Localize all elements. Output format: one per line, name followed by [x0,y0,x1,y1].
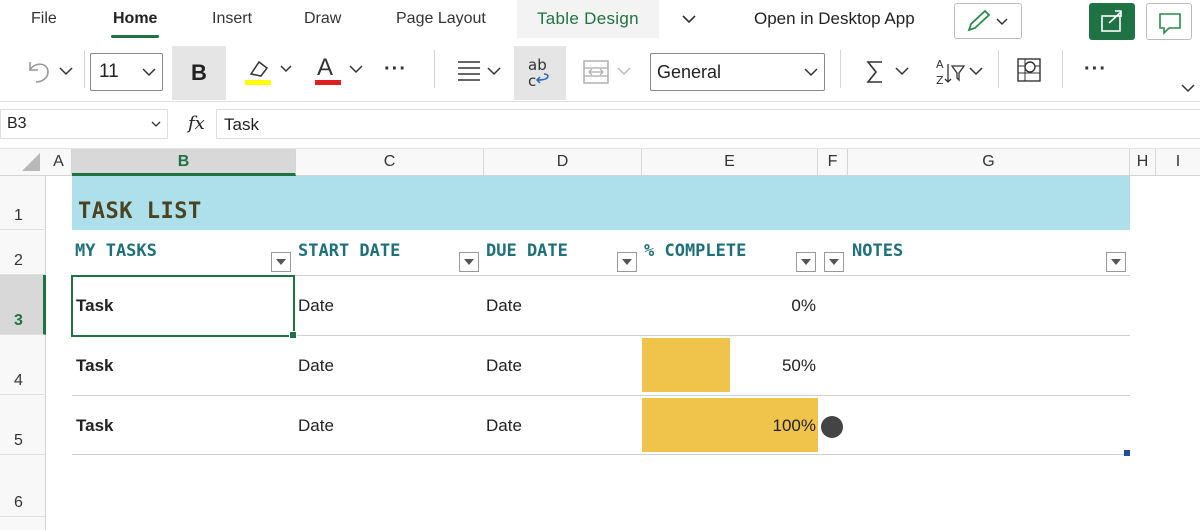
complete-cell[interactable]: 50% [700,356,816,376]
number-format-select[interactable]: General [650,53,825,91]
editing-mode-button[interactable] [954,3,1022,39]
sort-filter-icon[interactable]: A Z [932,54,988,90]
row-header-5[interactable]: 5 [0,395,46,455]
row-number: 5 [14,432,23,449]
row-header-6[interactable]: 6 [0,455,46,517]
row-header-2[interactable]: 2 [0,230,46,275]
status-indicator-icon [821,416,843,438]
header-notes[interactable]: NOTES [852,241,903,261]
start-date-cell[interactable]: Date [298,296,334,316]
start-date-cell[interactable]: Date [298,416,334,436]
column-header-g[interactable]: G [848,149,1130,176]
filter-dropdown-icon[interactable] [271,252,291,272]
chevron-down-icon [142,68,156,77]
table-title[interactable]: TASK LIST [78,199,202,224]
wrap-text-icon: ab c [528,56,549,90]
row-number: 3 [14,312,23,329]
column-header-d[interactable]: D [484,149,642,176]
complete-cell[interactable]: 100% [700,416,816,436]
font-color-swatch [315,80,341,85]
due-date-cell[interactable]: Date [486,416,522,436]
header-start-date[interactable]: START DATE [298,241,400,261]
due-date-cell[interactable]: Date [486,356,522,376]
row-header-3[interactable]: 3 [0,275,46,335]
tab-draw[interactable]: Draw [304,0,341,38]
tab-page-layout[interactable]: Page Layout [396,0,486,38]
bold-button[interactable]: B [172,46,226,100]
name-box[interactable]: B3 [0,109,168,139]
table-resize-handle[interactable] [1124,450,1130,456]
due-date-cell[interactable]: Date [486,296,522,316]
expand-ribbon-icon[interactable] [1180,82,1196,94]
filter-dropdown-icon[interactable] [824,252,844,272]
tab-home[interactable]: Home [110,0,160,38]
row-headers: 1 2 3 4 5 6 [0,176,46,530]
row-number: 1 [14,207,23,224]
merge-icon[interactable] [582,58,636,88]
row-number: 2 [14,252,23,269]
header-due-date[interactable]: DUE DATE [486,241,568,261]
column-header-c[interactable]: C [296,149,484,176]
more-font-options-button[interactable]: ··· [384,58,407,81]
pen-icon [967,9,1008,32]
font-color-glyph: A [317,54,334,81]
comment-button[interactable] [1146,3,1192,40]
highlighter-icon[interactable] [243,54,297,90]
function-icon[interactable]: fx [188,113,205,134]
select-all-corner[interactable] [22,153,40,171]
column-header-i[interactable]: I [1156,149,1200,176]
title-band [72,176,1130,230]
column-headers: A B C D E F G H I [0,148,1200,176]
filter-dropdown-icon[interactable] [796,252,816,272]
chevron-down-icon[interactable] [680,10,698,28]
comment-icon [1159,13,1181,35]
chevron-down-icon [151,121,161,127]
active-cell-selection[interactable] [71,275,297,339]
column-header-h[interactable]: H [1130,149,1156,176]
analyze-icon[interactable] [1014,56,1046,86]
font-size-select[interactable]: 11 [90,53,163,91]
wrap-text-button[interactable]: ab c [514,46,566,100]
column-header-f[interactable]: F [818,149,848,176]
start-date-cell[interactable]: Date [298,356,334,376]
ribbon-tabs: File Home Insert Draw Page Layout Table … [0,0,1200,40]
row-header-1[interactable]: 1 [0,176,46,230]
header-percent-complete[interactable]: % COMPLETE [644,241,746,261]
undo-icon[interactable] [24,58,78,86]
autosum-icon[interactable] [864,58,916,88]
task-cell[interactable]: Task [76,356,114,376]
row-header-4[interactable]: 4 [0,335,46,395]
font-size-value: 11 [99,61,119,82]
row-number: 6 [14,494,23,511]
more-options-button[interactable]: ··· [1084,58,1107,81]
formula-input[interactable]: Task [216,109,1200,139]
open-in-desktop-app-button[interactable]: Open in Desktop App [754,9,915,29]
column-header-e[interactable]: E [642,149,818,176]
column-header-b[interactable]: B [72,149,296,176]
ribbon-toolbar: 11 B A ··· ab c General A Z ··· [0,40,1200,102]
tab-file[interactable]: File [31,0,57,38]
name-box-value: B3 [7,115,27,132]
header-my-tasks[interactable]: MY TASKS [75,241,157,261]
tab-insert[interactable]: Insert [212,0,252,38]
formula-bar: B3 fx Task [0,109,1200,141]
align-icon[interactable] [456,58,508,88]
filter-dropdown-icon[interactable] [617,252,637,272]
complete-cell[interactable]: 0% [700,296,816,316]
chevron-down-icon [804,68,818,77]
filter-dropdown-icon[interactable] [1106,252,1126,272]
task-cell[interactable]: Task [76,416,114,436]
tab-table-design[interactable]: Table Design [517,0,659,38]
svg-text:Z: Z [936,74,944,87]
svg-text:A: A [936,58,944,71]
row-number: 4 [14,372,23,389]
share-icon [1101,10,1122,32]
share-button[interactable] [1089,3,1135,40]
svg-text:c: c [528,72,536,90]
font-color-button[interactable]: A [315,54,369,90]
number-format-value: General [657,62,722,82]
filter-dropdown-icon[interactable] [459,252,479,272]
column-header-a[interactable]: A [46,149,72,176]
chevron-down-icon [349,65,363,74]
